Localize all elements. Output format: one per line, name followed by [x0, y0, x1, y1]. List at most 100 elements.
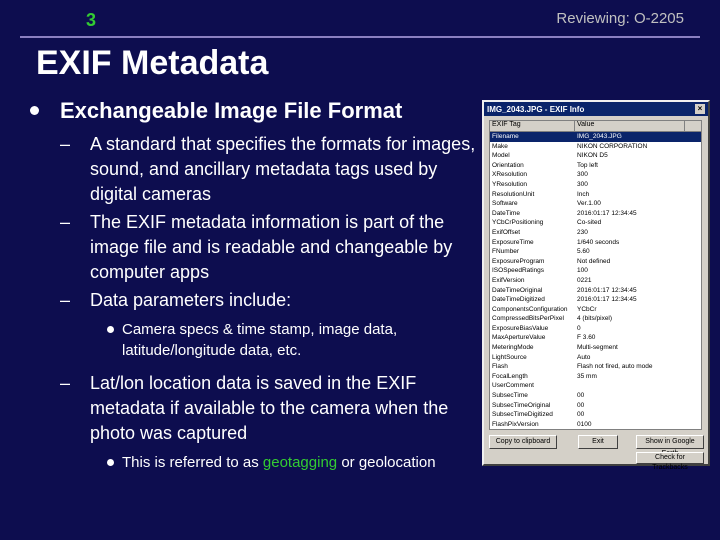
column-header-tag[interactable]: EXIF Tag [490, 121, 575, 131]
exif-tag-cell: ISOSpeedRatings [492, 267, 545, 275]
exif-value-cell: sRGB [575, 429, 685, 430]
table-row[interactable]: XResolution 300 [490, 170, 701, 180]
table-row[interactable]: DateTime 2016:01:17 12:34:45 [490, 209, 701, 219]
table-row[interactable]: Orientation Top left [490, 161, 701, 171]
exit-button[interactable]: Exit [578, 435, 618, 449]
exif-value-cell: Multi-segment [577, 344, 618, 352]
exif-tag-cell: ExifVersion [492, 276, 525, 284]
table-row[interactable]: ExposureTime 1/640 seconds [490, 238, 701, 248]
exif-tag-cell: DateTime [492, 209, 520, 217]
table-row[interactable]: LightSource Auto [490, 353, 701, 363]
exif-value-cell: 00 [577, 411, 585, 419]
exif-value-cell: Auto [577, 353, 591, 361]
bullet-content: Exchangeable Image File Format – A stand… [30, 98, 480, 483]
reviewing-label: Reviewing: O-2205 [556, 10, 684, 27]
geotagging-highlight: geotagging [262, 454, 338, 471]
exif-tag-cell: ColorSpace [490, 429, 575, 430]
exif-value-cell: 35 mm [577, 372, 597, 380]
table-row[interactable]: Filename IMG_2043.JPG [490, 132, 701, 142]
exif-tag-cell: Model [492, 152, 510, 160]
table-row[interactable]: DateTimeOriginal 2016:01:17 12:34:45 [490, 286, 701, 296]
exif-value-cell: Not defined [577, 257, 611, 265]
table-row[interactable]: CompressedBitsPerPixel 4 (bits/pixel) [490, 314, 701, 324]
exif-tag-cell: ExposureBiasValue [492, 324, 549, 332]
exif-tag-cell: MeteringMode [492, 344, 534, 352]
exif-tag-cell: SubsecTimeOriginal [492, 401, 551, 409]
table-row[interactable]: YCbCrPositioning Co-sited [490, 218, 701, 228]
table-row[interactable]: UserComment [490, 381, 701, 391]
table-row[interactable]: SubsecTime 00 [490, 391, 701, 401]
exif-tag-cell: ExposureProgram [492, 257, 545, 265]
exif-tag-cell: YResolution [492, 180, 528, 188]
table-row[interactable]: DateTimeDigitized 2016:01:17 12:34:45 [490, 295, 701, 305]
dash-icon: – [60, 134, 71, 154]
table-row[interactable]: Make NIKON CORPORATION [490, 142, 701, 152]
exif-value-cell: 5.60 [577, 248, 590, 256]
table-row[interactable]: MaxApertureValue F 3.60 [490, 333, 701, 343]
dash-icon: – [60, 212, 71, 232]
bullet-sub-4-text: Lat/lon location data is saved in the EX… [90, 373, 449, 443]
table-row[interactable]: FNumber 5.60 [490, 247, 701, 257]
slide-number: 3 [86, 10, 97, 30]
table-row[interactable]: YResolution 300 [490, 180, 701, 190]
check-for-trackbacks-button[interactable]: Check for Trackbacks [636, 452, 704, 471]
column-header-value[interactable]: Value [575, 121, 685, 131]
table-row[interactable]: SubsecTimeOriginal 00 [490, 401, 701, 411]
exif-info-dialog: IMG_2043.JPG - EXIF Info × EXIF Tag Valu… [482, 100, 710, 471]
exif-value-cell: 230 [577, 228, 588, 236]
exif-tag-cell: ResolutionUnit [492, 190, 535, 198]
exif-rows: Filename IMG_2043.JPG Make NIKON CORPORATIO… [490, 132, 701, 430]
exif-value-cell: Co-sited [577, 219, 602, 227]
table-row[interactable]: MeteringMode Multi-segment [490, 343, 701, 353]
exif-tag-cell: FocalLength [492, 372, 528, 380]
exif-value-cell [575, 381, 685, 391]
bullet-sub-2-text: The EXIF metadata information is part of… [90, 212, 453, 282]
table-row[interactable]: ExposureProgram Not defined [490, 257, 701, 267]
table-row[interactable]: ISOSpeedRatings 100 [490, 266, 701, 276]
exif-value-cell: 0100 [577, 420, 592, 428]
dialog-title: IMG_2043.JPG - EXIF Info [487, 104, 585, 114]
exif-tag-cell: FNumber [492, 248, 520, 256]
table-row[interactable]: ExposureBiasValue 0 [490, 324, 701, 334]
exif-tag-cell: UserComment [492, 382, 534, 390]
exif-value-cell: 00 [577, 392, 585, 400]
table-row[interactable]: SubsecTimeDigitized 00 [490, 410, 701, 420]
dialog-titlebar: IMG_2043.JPG - EXIF Info × [484, 102, 708, 116]
exif-tag-cell: Flash [492, 363, 508, 371]
exif-table[interactable]: EXIF Tag Value Filename IMG_2043.JPG Make N… [489, 120, 702, 430]
table-row[interactable]: ColorSpacesRGB [490, 429, 701, 430]
exif-value-cell: 2016:01:17 12:34:45 [577, 296, 637, 304]
table-row[interactable]: ComponentsConfiguration YCbCr [490, 305, 701, 315]
exif-tag-cell: SubsecTimeDigitized [492, 411, 553, 419]
exif-value-cell: 0 [577, 324, 581, 332]
exif-tag-cell: Orientation [492, 161, 524, 169]
header-divider [20, 36, 700, 38]
exif-value-cell: Flash not fired, auto mode [577, 363, 653, 371]
bullet-main: Exchangeable Image File Format [30, 98, 480, 124]
bullet-sub-1: – A standard that specifies the formats … [30, 132, 480, 207]
table-row[interactable]: ExifVersion 0221 [490, 276, 701, 286]
exif-value-cell: Inch [577, 190, 590, 198]
table-row[interactable]: ExifOffset 230 [490, 228, 701, 238]
exif-tag-cell: FlashPixVersion [492, 420, 539, 428]
table-row[interactable]: Software Ver.1.00 [490, 199, 701, 209]
table-row[interactable]: Flash Flash not fired, auto mode [490, 362, 701, 372]
bullet-dot-icon [107, 326, 114, 333]
table-row[interactable]: ResolutionUnit Inch [490, 190, 701, 200]
dash-icon: – [60, 373, 71, 393]
close-icon[interactable]: × [695, 104, 705, 114]
table-row[interactable]: Model NIKON D5 [490, 151, 701, 161]
dash-icon: – [60, 290, 71, 310]
show-in-google-earth-button[interactable]: Show in Google Earth [636, 435, 704, 457]
exif-value-cell: 2016:01:17 12:34:45 [577, 286, 637, 294]
exif-tag-cell: SubsecTime [492, 392, 528, 400]
bullet-sub-3-item: Camera specs & time stamp, image data, l… [30, 319, 480, 361]
exif-tag-cell: YCbCrPositioning [492, 219, 544, 227]
table-row[interactable]: FlashPixVersion 0100 [490, 420, 701, 429]
bullet-sub-4-item-post: or geolocation [341, 454, 436, 471]
table-row[interactable]: FocalLength 35 mm [490, 372, 701, 382]
exif-tag-cell: XResolution [492, 171, 528, 179]
exif-tag-cell: DateTimeDigitized [492, 296, 545, 304]
exif-value-cell: 2016:01:17 12:34:45 [577, 209, 637, 217]
copy-to-clipboard-button[interactable]: Copy to clipboard [489, 435, 557, 449]
